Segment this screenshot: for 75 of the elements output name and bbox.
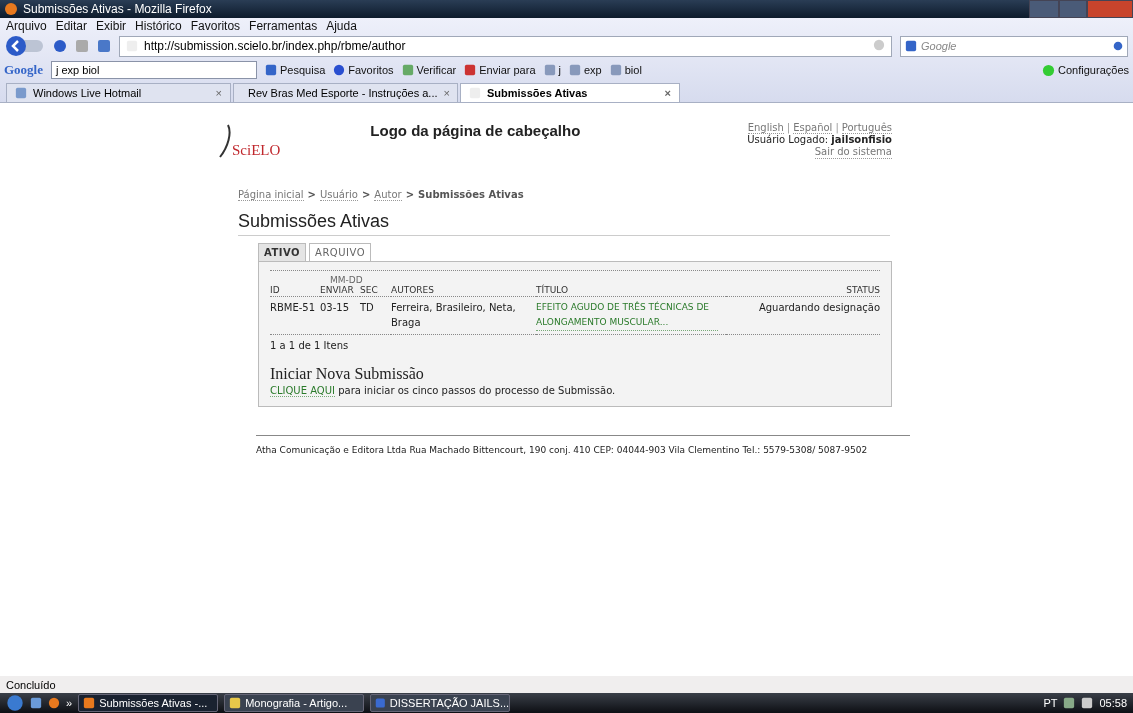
- language-indicator: PT: [1043, 697, 1058, 709]
- menu-item[interactable]: Ajuda: [326, 18, 357, 33]
- menu-item[interactable]: Exibir: [96, 18, 127, 33]
- toolbar-item[interactable]: biol: [609, 64, 642, 76]
- menu-item[interactable]: Ferramentas: [249, 18, 318, 33]
- table-cell: 03-15: [320, 297, 360, 335]
- browser-tab[interactable]: Submissões Ativas ×: [460, 83, 680, 102]
- google-logo: Google: [4, 62, 43, 78]
- settings-button[interactable]: Configurações: [1042, 63, 1129, 77]
- column-header: SEC: [360, 285, 391, 297]
- breadcrumb-separator: >: [307, 189, 316, 201]
- breadcrumb-current: Submissões Ativas: [418, 189, 524, 201]
- column-header: MM-DD: [329, 275, 360, 285]
- table-cell: Ferreira, Brasileiro, Neta, Braga: [391, 297, 536, 335]
- breadcrumb-link[interactable]: Página inicial: [238, 189, 304, 201]
- breadcrumb-link[interactable]: Autor: [374, 189, 402, 201]
- item-count: 1 a 1 de 1 Itens: [270, 340, 350, 351]
- taskbar-button[interactable]: DISSERTAÇÃO JAILS...: [370, 694, 511, 712]
- query-field[interactable]: j exp biol: [51, 61, 257, 79]
- toolbar-item[interactable]: Pesquisa: [265, 64, 326, 76]
- toolbar-item[interactable]: Verificar: [401, 64, 457, 76]
- search-field[interactable]: Google: [900, 35, 1128, 57]
- back-button[interactable]: [5, 35, 45, 57]
- tab-close-button[interactable]: ×: [664, 87, 671, 99]
- tab[interactable]: ARQUIVO: [309, 243, 372, 261]
- title-link[interactable]: EFEITO AGUDO DE TRÊS TÉCNICAS DE ALONGAMENTO MUSCULAR...: [536, 300, 718, 331]
- start-link[interactable]: CLIQUE AQUI: [270, 385, 335, 397]
- user-info: Usuário Logado: jailsonfisio: [747, 134, 892, 146]
- status-text: Concluído: [6, 678, 56, 691]
- tab[interactable]: ATIVO: [258, 243, 307, 261]
- instruction-text: CLIQUE AQUI para iniciar os cinco passos do processo de Submissão.: [270, 385, 617, 396]
- column-header: STATUS: [726, 285, 880, 297]
- toolbar-item[interactable]: Enviar para: [464, 64, 536, 76]
- taskbar-button[interactable]: Submissões Ativas -...: [78, 694, 219, 712]
- column-header: TÍTULO: [536, 285, 726, 297]
- maximize-button[interactable]: [1059, 0, 1087, 18]
- clock: 05:58: [1099, 697, 1127, 709]
- breadcrumb-link[interactable]: Usuário: [319, 189, 358, 201]
- browser-tab[interactable]: Rev Bras Med Esporte - Instruções a... ×: [233, 83, 458, 102]
- browser-tab[interactable]: Windows Live Hotmail ×: [6, 83, 231, 102]
- toolbar-item[interactable]: j: [543, 64, 561, 76]
- toolbar-item[interactable]: exp: [569, 64, 602, 76]
- logout-link[interactable]: Sair do sistema: [814, 146, 892, 159]
- tab-close-button[interactable]: ×: [215, 87, 222, 99]
- table-cell: Aguardando designação: [726, 297, 880, 335]
- tab-close-button[interactable]: ×: [443, 87, 450, 99]
- header-title: Logo da página de cabeçalho: [370, 122, 581, 141]
- column-header: ENVIAR: [320, 285, 355, 295]
- table-cell: TD: [360, 297, 391, 335]
- breadcrumb-separator: >: [361, 189, 371, 201]
- taskbar-button[interactable]: Monografia - Artigo...: [224, 694, 365, 712]
- section-heading: Iniciar Nova Submissão: [270, 365, 425, 383]
- toolbar-item[interactable]: Favoritos: [333, 64, 394, 76]
- breadcrumb-separator: >: [405, 189, 415, 201]
- menu-item[interactable]: Favoritos: [190, 18, 241, 33]
- close-button[interactable]: [1087, 0, 1133, 18]
- minimize-button[interactable]: [1029, 0, 1059, 18]
- more-button[interactable]: »: [66, 697, 73, 709]
- menu-item[interactable]: Editar: [55, 18, 88, 33]
- language-link[interactable]: Português: [841, 122, 892, 134]
- column-header: AUTORES: [391, 285, 536, 297]
- scielo-logo: SciELO: [232, 142, 281, 159]
- language-link[interactable]: English: [747, 122, 784, 134]
- page-title: Submissões Ativas: [238, 211, 390, 232]
- menu-item[interactable]: Arquivo: [6, 18, 47, 33]
- table-cell: RBME-51: [270, 297, 320, 335]
- window-title: Submissões Ativas - Mozilla Firefox: [23, 2, 212, 16]
- footer-text: Atha Comunicação e Editora Ltda Rua Machado Bittencourt, 190 conj. 410 CEP: 04044-903 Vila Clementino Tel.: 5579-5308/ 5087-9502: [256, 444, 869, 456]
- language-link[interactable]: Español: [793, 122, 833, 134]
- language-separator: |: [835, 122, 839, 133]
- swoosh-icon: [218, 123, 232, 159]
- language-separator: |: [786, 122, 791, 133]
- menu-item[interactable]: Histórico: [135, 18, 182, 33]
- address-field[interactable]: http://submission.scielo.br/index.php/rbme/author: [119, 35, 892, 57]
- column-header: ID: [270, 285, 320, 297]
